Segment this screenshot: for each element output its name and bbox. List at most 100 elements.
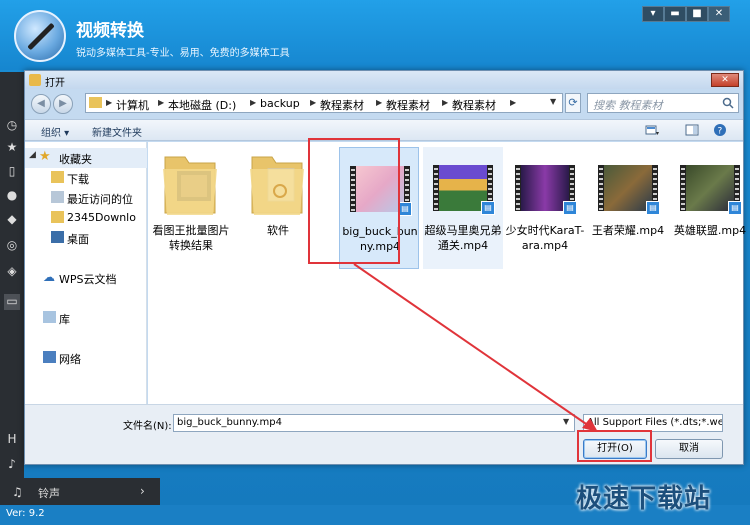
chevron-right-icon: ▶	[376, 98, 383, 107]
help-icon[interactable]: ?	[713, 123, 727, 137]
file-name: 少女时代KaraT-ara.mp4	[505, 224, 585, 252]
clock-icon[interactable]: ◷	[4, 118, 20, 134]
app-logo-icon	[14, 10, 66, 62]
minimize-button[interactable]: ▬	[664, 6, 686, 22]
folder-icon	[250, 156, 304, 215]
highlight-open-button	[577, 430, 652, 462]
bell-icon: ♫	[12, 485, 23, 499]
nav-library[interactable]: 库	[25, 308, 147, 328]
breadcrumb-folder-3[interactable]: 教程素材	[452, 97, 496, 113]
android-icon[interactable]: ◆	[4, 212, 20, 228]
search-icon	[722, 97, 734, 109]
file-item-video[interactable]: ▤ 少女时代KaraT-ara.mp4	[505, 147, 585, 269]
cloud-icon: ☁	[43, 270, 55, 284]
file-item-video[interactable]: ▤ 英雄联盟.mp4	[670, 147, 750, 269]
media-player-icon: ▤	[398, 202, 412, 216]
nav-wps-cloud[interactable]: ☁ WPS云文档	[25, 268, 147, 288]
highlight-selected-file	[308, 138, 400, 264]
new-folder-button[interactable]: 新建文件夹	[92, 124, 142, 139]
file-name: 看图王批量图片转换结果	[152, 224, 230, 252]
nav-desktop-label: 桌面	[67, 233, 89, 246]
media-player-icon: ▤	[563, 201, 577, 215]
nav-favorites-label: 收藏夹	[59, 153, 92, 166]
file-name: 超级马里奥兄弟通关.mp4	[424, 224, 502, 252]
breadcrumb-backup[interactable]: backup	[260, 97, 300, 110]
navigation-row: ◀ ▶ ▶ 计算机 ▶ 本地磁盘 (D:) ▶ backup ▶ 教程素材 ▶ …	[25, 89, 743, 119]
phone-icon[interactable]: ▯	[4, 164, 20, 180]
nav-library-label: 库	[59, 313, 70, 326]
app-title: 视频转换	[76, 21, 144, 41]
filename-input[interactable]: big_buck_bunny.mp4	[173, 414, 575, 432]
star-icon[interactable]: ★	[4, 140, 20, 156]
version-label: Ver: 9.2	[6, 508, 45, 519]
desktop-icon	[51, 231, 64, 243]
chevron-right-icon: ▶	[442, 98, 449, 107]
folder-icon	[89, 97, 102, 108]
file-item-video[interactable]: ▤ 超级马里奥兄弟通关.mp4	[423, 147, 503, 269]
network-icon	[43, 351, 56, 363]
media-player-icon: ▤	[646, 201, 660, 215]
navigation-pane: ◢ ★ 收藏夹 下载 最近访问的位 2345Downlo 桌面 ☁ WPS云文档…	[25, 142, 147, 404]
maximize-button[interactable]: ■	[686, 6, 708, 22]
download-folder-icon	[51, 171, 64, 183]
address-bar[interactable]: ▶ 计算机 ▶ 本地磁盘 (D:) ▶ backup ▶ 教程素材 ▶ 教程素材…	[85, 93, 563, 113]
search-input[interactable]: 搜索 教程素材	[587, 93, 739, 113]
nav-favorites[interactable]: ◢ ★ 收藏夹	[25, 148, 147, 168]
preview-pane-icon[interactable]	[685, 123, 699, 137]
media-player-icon: ▤	[481, 201, 495, 215]
app-sidebar: ◷ ★ ▯ ● ◆ ◎ ◈ ▭ H ♪	[0, 72, 24, 512]
watermark: 极速下载站	[576, 484, 712, 514]
dialog-title: 打开	[45, 78, 65, 89]
nav-network[interactable]: 网络	[25, 348, 147, 368]
game-icon[interactable]: ◈	[4, 264, 20, 280]
filename-label: 文件名(N):	[123, 421, 172, 432]
hd-icon[interactable]: H	[4, 432, 20, 448]
file-item-video[interactable]: ▤ 王者荣耀.mp4	[588, 147, 668, 269]
dialog-app-icon	[29, 74, 41, 86]
svg-text:?: ?	[718, 127, 723, 137]
organize-menu[interactable]: 组织 ▾	[41, 124, 69, 139]
app-header: 视频转换 锐动多媒体工具-专业、易用、免费的多媒体工具 ▾ ▬ ■ ✕	[0, 0, 750, 70]
nav-downloads[interactable]: 下载	[25, 168, 147, 188]
apple-icon[interactable]: ●	[4, 188, 20, 204]
breadcrumb-folder-2[interactable]: 教程素材	[386, 97, 430, 113]
search-placeholder: 搜索 教程素材	[593, 99, 663, 112]
nav-desktop[interactable]: 桌面	[25, 228, 147, 248]
refresh-button[interactable]: ⟳	[565, 93, 581, 113]
file-name: 软件	[267, 224, 289, 237]
skin-menu-button[interactable]: ▾	[642, 6, 664, 22]
file-name: 王者荣耀.mp4	[591, 224, 665, 237]
chevron-right-icon: ▶	[310, 98, 317, 107]
breadcrumb-disk-d[interactable]: 本地磁盘 (D:)	[168, 97, 236, 113]
nav-network-label: 网络	[59, 353, 81, 366]
dialog-close-button[interactable]: ✕	[711, 73, 739, 87]
close-button[interactable]: ✕	[708, 6, 730, 22]
file-item-folder[interactable]: 软件	[238, 147, 318, 269]
nav-downloads-label: 下载	[67, 173, 89, 186]
star-icon: ★	[39, 149, 51, 164]
monitor-icon[interactable]: ▭	[4, 294, 20, 310]
file-item-folder[interactable]: 看图王批量图片转换结果	[151, 147, 231, 269]
file-name: 英雄联盟.mp4	[673, 224, 747, 237]
view-options-icon[interactable]: ▾	[645, 123, 659, 137]
chevron-right-icon: ▶	[250, 98, 257, 107]
collapse-icon: ◢	[29, 150, 36, 160]
recent-places-icon	[51, 191, 64, 203]
nav-recent-label: 最近访问的位	[67, 193, 133, 206]
back-button[interactable]: ◀	[31, 94, 51, 114]
nav-recent[interactable]: 最近访问的位	[25, 188, 147, 208]
breadcrumb-folder-1[interactable]: 教程素材	[320, 97, 364, 113]
disc-icon[interactable]: ◎	[4, 238, 20, 254]
chevron-right-icon: ›	[140, 484, 145, 498]
music-icon[interactable]: ♪	[4, 457, 20, 473]
forward-button[interactable]: ▶	[53, 94, 73, 114]
nav-2345downloads[interactable]: 2345Downlo	[25, 208, 147, 228]
cancel-button[interactable]: 取消	[655, 439, 723, 459]
ringtone-item[interactable]: ♫ ›	[0, 478, 160, 508]
open-file-dialog: 打开 ✕ ◀ ▶ ▶ 计算机 ▶ 本地磁盘 (D:) ▶ backup ▶ 教程…	[24, 70, 746, 465]
chevron-right-icon: ▶	[106, 98, 113, 107]
chevron-down-icon[interactable]: ▼	[550, 97, 556, 106]
chevron-down-icon[interactable]: ▼	[563, 417, 569, 426]
folder-icon	[163, 156, 217, 215]
breadcrumb-computer[interactable]: 计算机	[116, 97, 149, 113]
